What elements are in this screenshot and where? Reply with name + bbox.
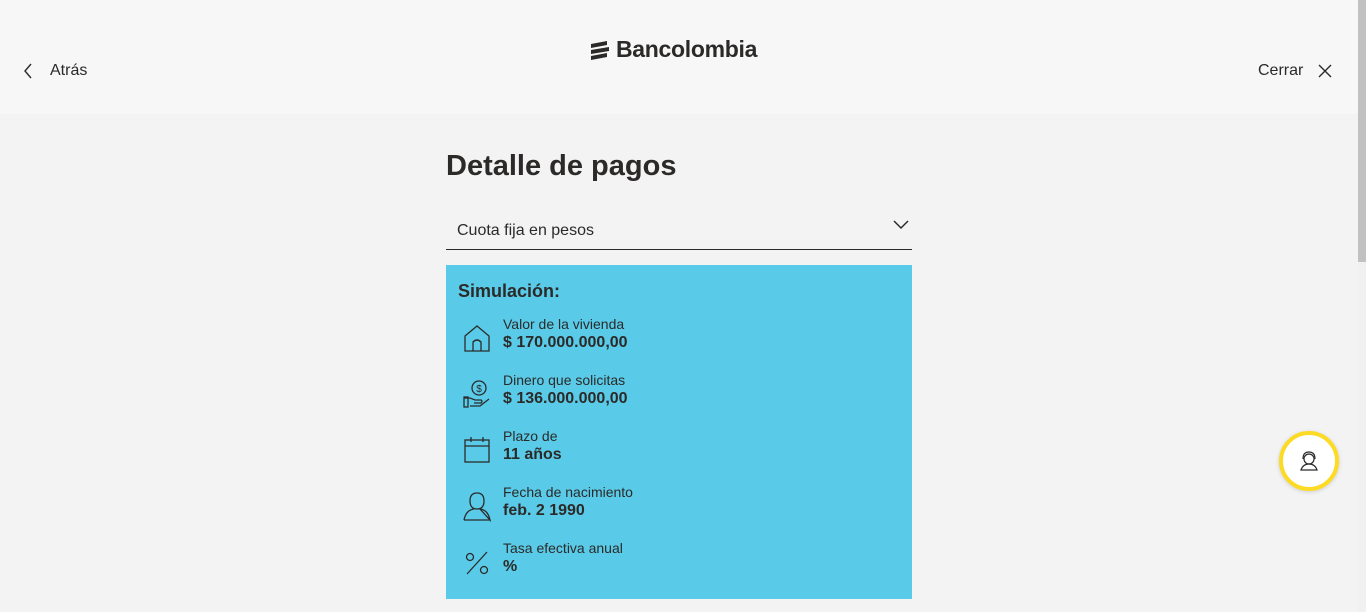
item-value: $ 170.000.000,00 bbox=[503, 334, 628, 351]
item-label: Tasa efectiva anual bbox=[503, 540, 623, 556]
item-value: % bbox=[503, 558, 518, 575]
svg-text:$: $ bbox=[476, 384, 482, 395]
list-item: $ Dinero que solicitas $ 136.000.000,00 bbox=[458, 372, 898, 420]
item-label: Valor de la vivienda bbox=[503, 316, 625, 332]
calendar-icon bbox=[462, 434, 492, 466]
bancolombia-logo-icon bbox=[591, 40, 609, 60]
support-chat-button[interactable] bbox=[1279, 431, 1339, 491]
select-value: Cuota fija en pesos bbox=[457, 222, 594, 239]
brand-name: Bancolombia bbox=[616, 36, 758, 62]
list-item: Tasa efectiva anual % bbox=[458, 540, 898, 588]
simulation-card: Simulación: Valor de la vivienda $ 170.0… bbox=[446, 265, 912, 599]
scrollbar-thumb[interactable] bbox=[1358, 0, 1366, 262]
list-item: Valor de la vivienda $ 170.000.000,00 bbox=[458, 316, 898, 364]
list-item: Fecha de nacimiento feb. 2 1990 bbox=[458, 484, 898, 532]
top-bar: Atrás Bancolombia Cerrar bbox=[0, 0, 1358, 114]
headset-agent-icon bbox=[1300, 451, 1318, 471]
close-label: Cerrar bbox=[1258, 62, 1304, 79]
item-value: feb. 2 1990 bbox=[503, 502, 585, 519]
item-value: 11 años bbox=[503, 446, 562, 463]
item-value: $ 136.000.000,00 bbox=[503, 390, 628, 407]
chevron-down-icon bbox=[893, 220, 909, 230]
page-title: Detalle de pagos bbox=[446, 150, 677, 182]
house-icon bbox=[462, 322, 492, 354]
brand-logo: Bancolombia bbox=[588, 36, 757, 63]
close-icon bbox=[1318, 64, 1332, 78]
percent-icon bbox=[462, 546, 492, 578]
item-label: Plazo de bbox=[503, 428, 558, 444]
list-item: Plazo de 11 años bbox=[458, 428, 898, 476]
close-button[interactable]: Cerrar bbox=[1258, 58, 1333, 84]
back-label: Atrás bbox=[50, 62, 88, 79]
item-label: Dinero que solicitas bbox=[503, 372, 626, 388]
back-button[interactable]: Atrás bbox=[20, 58, 87, 84]
chevron-left-icon bbox=[24, 63, 32, 79]
payment-type-select[interactable]: Cuota fija en pesos bbox=[446, 212, 912, 250]
money-hand-icon: $ bbox=[462, 378, 492, 410]
item-label: Fecha de nacimiento bbox=[503, 484, 633, 500]
simulation-title: Simulación: bbox=[458, 281, 561, 301]
person-icon bbox=[462, 490, 492, 523]
